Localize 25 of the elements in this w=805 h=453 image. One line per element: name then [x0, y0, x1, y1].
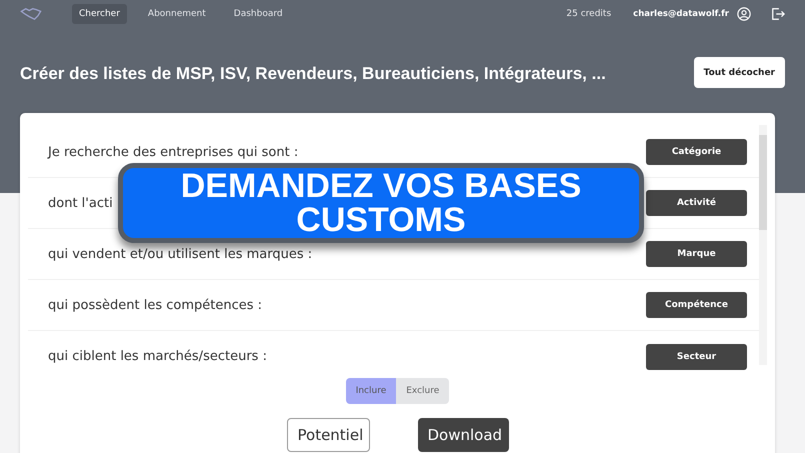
criterion-label: Je recherche des entreprises qui sont : [48, 144, 298, 160]
criterion-button[interactable]: Activité [646, 190, 747, 216]
nav-tab[interactable]: Dashboard [226, 4, 290, 24]
action-button[interactable]: Potentiel [286, 418, 370, 452]
banner-text: CUSTOMS [296, 203, 466, 237]
action-button[interactable]: Download [418, 418, 508, 452]
criterion-button[interactable]: Marque [646, 241, 747, 267]
banner-text: DEMANDEZ VOS BASES [180, 169, 582, 203]
nav-tab[interactable]: Chercher [72, 4, 127, 24]
criterion-button[interactable]: Catégorie [646, 139, 747, 165]
nav-tab[interactable]: Abonnement [140, 4, 213, 24]
uncheck-all-button[interactable]: Tout décocher [694, 57, 785, 88]
criterion-label: qui vendent et/ou utilisent les marques : [48, 246, 312, 262]
scrollbar[interactable] [759, 125, 767, 365]
mode-toggle[interactable]: Exclure [396, 378, 450, 404]
criterion-button[interactable]: Secteur [646, 344, 747, 370]
criterion-label: qui ciblent les marchés/secteurs : [48, 349, 267, 364]
logout-icon[interactable] [771, 6, 785, 20]
criterion-button[interactable]: Compétence [646, 292, 747, 318]
user-email: charles@datawolf.fr [633, 8, 729, 18]
user-icon[interactable] [737, 6, 751, 20]
credits-count: 25 credits [566, 8, 612, 18]
criterion-label: qui possèdent les compétences : [48, 298, 262, 312]
page-title: Créer des listes de MSP, ISV, Revendeurs, Bureauticiens, Intégrateurs, ... [20, 64, 606, 84]
criterion-label: dont l'acti [48, 196, 113, 210]
